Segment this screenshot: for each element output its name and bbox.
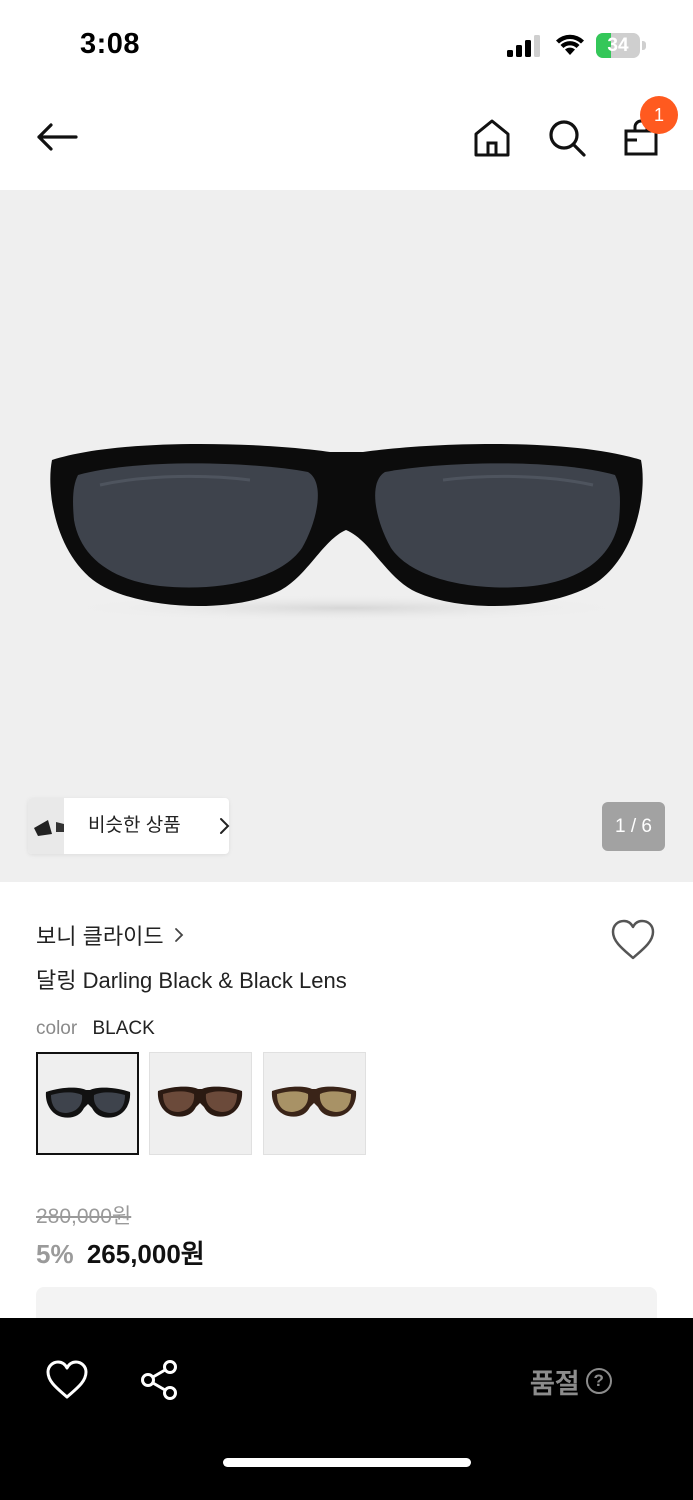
cellular-signal-icon bbox=[507, 35, 540, 57]
status-time: 3:08 bbox=[80, 28, 141, 60]
wifi-icon bbox=[556, 34, 584, 55]
chevron-right-icon bbox=[174, 928, 183, 942]
chevron-right-icon bbox=[220, 818, 230, 834]
final-price: 265,000원 bbox=[86, 1239, 205, 1269]
home-indicator bbox=[223, 1458, 471, 1467]
top-navigation bbox=[0, 90, 693, 190]
color-key: color bbox=[36, 1018, 78, 1039]
bottom-action-bar: 품절 ? bbox=[0, 1318, 693, 1500]
cart-count-badge: 1 bbox=[640, 96, 678, 134]
share-icon[interactable] bbox=[138, 1358, 180, 1402]
search-icon bbox=[549, 120, 586, 157]
product-image-gallery[interactable]: 비슷한 상품 1 / 6 bbox=[0, 190, 693, 882]
similar-products-label: 비슷한 상품 bbox=[88, 815, 181, 836]
discount-rate: 5% bbox=[36, 1239, 74, 1269]
battery-level: 34 bbox=[607, 35, 629, 56]
help-icon[interactable]: ? bbox=[585, 1368, 612, 1394]
search-button[interactable] bbox=[543, 114, 591, 162]
similar-products-button[interactable]: 비슷한 상품 bbox=[28, 798, 230, 854]
arrow-left-icon bbox=[37, 123, 78, 151]
home-icon bbox=[474, 119, 510, 157]
soldout-label: 품절 bbox=[530, 1368, 580, 1399]
color-swatch-brown[interactable] bbox=[149, 1052, 252, 1155]
status-bar: 3:08 34 bbox=[0, 0, 693, 90]
product-name: 달링 Darling Black & Black Lens bbox=[36, 968, 347, 993]
brand-link[interactable]: 보니 클라이드 bbox=[36, 920, 184, 950]
color-value: BLACK bbox=[92, 1018, 155, 1039]
brand-name: 보니 클라이드 bbox=[36, 924, 164, 949]
soldout-status[interactable]: 품절 ? bbox=[530, 1363, 612, 1399]
home-button[interactable] bbox=[468, 114, 516, 162]
similar-product-thumbnail bbox=[28, 798, 64, 854]
color-option-label: color BLACK bbox=[36, 1018, 155, 1040]
wishlist-heart-icon[interactable] bbox=[610, 918, 656, 962]
color-swatch-gold[interactable] bbox=[263, 1052, 366, 1155]
color-swatch-black[interactable] bbox=[36, 1052, 139, 1155]
price-row: 5% 265,000원 bbox=[36, 1234, 205, 1271]
original-price: 280,000원 bbox=[36, 1205, 132, 1228]
battery-icon: 34 bbox=[596, 33, 646, 58]
image-page-indicator: 1 / 6 bbox=[602, 802, 665, 851]
back-button[interactable] bbox=[30, 115, 84, 159]
heart-icon[interactable] bbox=[44, 1358, 90, 1402]
product-image bbox=[50, 443, 643, 622]
